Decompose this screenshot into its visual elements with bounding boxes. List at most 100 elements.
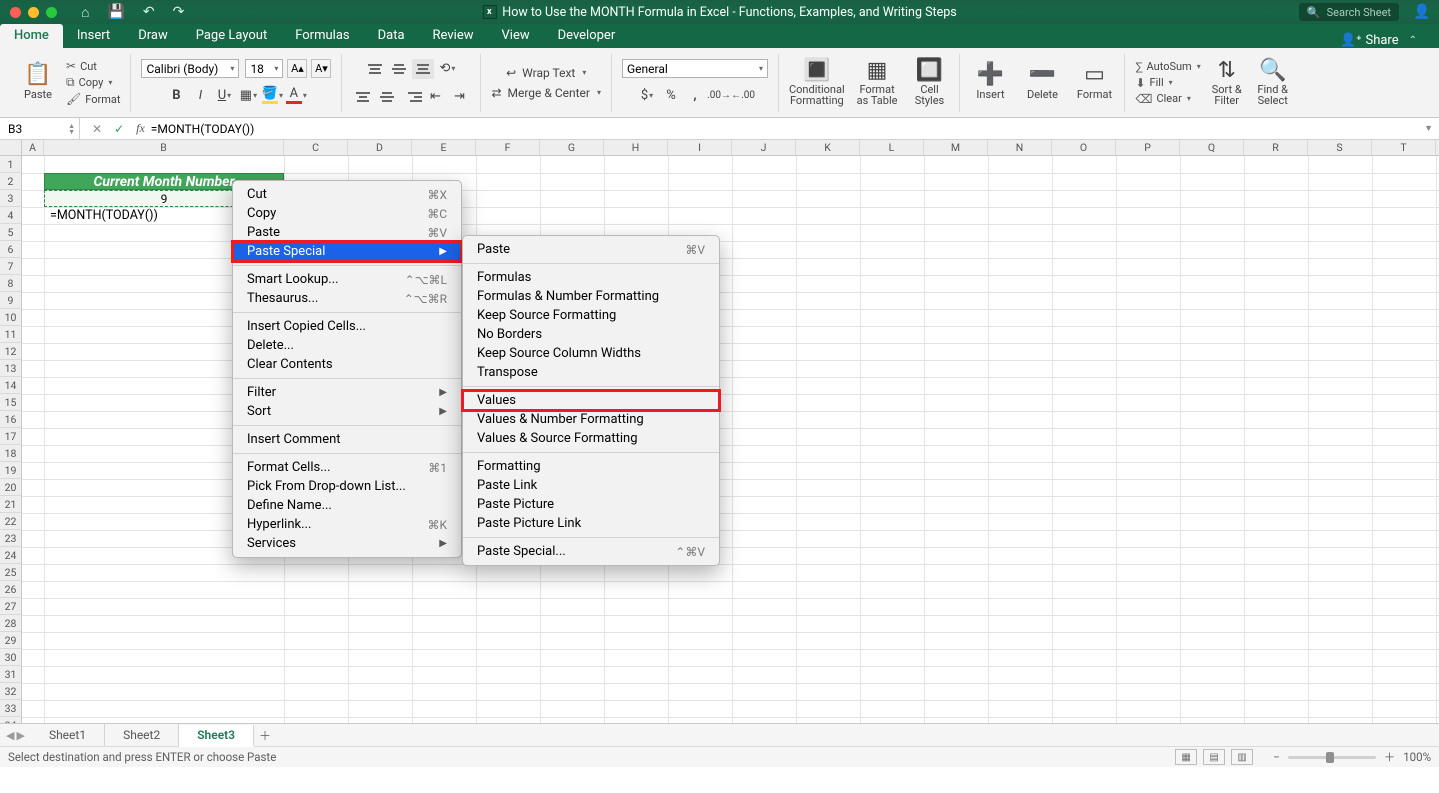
merge-center-button[interactable]: ⇄Merge & Center▾ [491, 86, 601, 100]
row-12[interactable]: 12 [0, 343, 22, 360]
number-format-dropdown[interactable]: General▾ [622, 59, 768, 78]
tab-insert[interactable]: Insert [63, 24, 124, 48]
row-15[interactable]: 15 [0, 394, 22, 411]
close-window-button[interactable] [10, 7, 21, 18]
increase-indent-button[interactable]: ⇥ [448, 86, 470, 108]
ctx-delete[interactable]: Delete... [233, 336, 461, 355]
sheet-nav-next-icon[interactable]: ▶ [16, 729, 24, 742]
conditional-formatting-button[interactable]: 🔳Conditional Formatting [789, 60, 845, 106]
row-34[interactable]: 34 [0, 717, 22, 723]
clear-button[interactable]: ⌫Clear▾ [1135, 92, 1200, 106]
row-25[interactable]: 25 [0, 564, 22, 581]
row-3[interactable]: 3 [0, 190, 22, 207]
col-J[interactable]: J [732, 140, 796, 155]
ctx-insert-comment[interactable]: Insert Comment [233, 430, 461, 449]
name-box[interactable]: B3 ▲▼ [0, 118, 80, 139]
row-14[interactable]: 14 [0, 377, 22, 394]
align-left-button[interactable] [352, 87, 374, 107]
paste-button[interactable]: 📋 Paste [18, 64, 58, 101]
row-6[interactable]: 6 [0, 241, 22, 258]
sort-filter-button[interactable]: ⇅Sort & Filter [1207, 60, 1247, 106]
copy-button[interactable]: ⧉Copy▾ [66, 75, 120, 90]
row-24[interactable]: 24 [0, 547, 22, 564]
ctx-paste-special[interactable]: Paste Special▶ [233, 242, 461, 261]
fill-button[interactable]: ⬇Fill▾ [1135, 76, 1200, 90]
col-Q[interactable]: Q [1180, 140, 1244, 155]
percent-format-button[interactable]: % [660, 84, 682, 106]
view-page-break-button[interactable]: ▥ [1231, 749, 1253, 765]
row-2[interactable]: 2 [0, 173, 22, 190]
comma-format-button[interactable]: , [684, 84, 706, 106]
sub-formulas-number-formatting[interactable]: Formulas & Number Formatting [463, 287, 719, 306]
col-D[interactable]: D [348, 140, 412, 155]
sheet-nav-prev-icon[interactable]: ◀ [6, 729, 14, 742]
view-normal-button[interactable]: ▦ [1175, 749, 1197, 765]
tab-home[interactable]: Home [0, 24, 63, 48]
insert-cells-button[interactable]: ➕Insert [970, 64, 1010, 101]
sub-values-source-formatting[interactable]: Values & Source Formatting [463, 429, 719, 448]
row-21[interactable]: 21 [0, 496, 22, 513]
ctx-sort[interactable]: Sort▶ [233, 402, 461, 421]
col-L[interactable]: L [860, 140, 924, 155]
row-17[interactable]: 17 [0, 428, 22, 445]
tab-review[interactable]: Review [419, 24, 488, 48]
increase-font-button[interactable]: A▴ [287, 59, 307, 78]
row-5[interactable]: 5 [0, 224, 22, 241]
col-G[interactable]: G [540, 140, 604, 155]
row-1[interactable]: 1 [0, 156, 22, 173]
ctx-paste[interactable]: Paste⌘V [233, 223, 461, 242]
sub-paste-picture[interactable]: Paste Picture [463, 495, 719, 514]
home-icon[interactable]: ⌂ [81, 4, 89, 21]
col-P[interactable]: P [1116, 140, 1180, 155]
orientation-button[interactable]: ⟲▾ [436, 58, 458, 80]
ctx-filter[interactable]: Filter▶ [233, 383, 461, 402]
row-32[interactable]: 32 [0, 683, 22, 700]
decrease-font-button[interactable]: A▾ [311, 59, 331, 78]
col-R[interactable]: R [1244, 140, 1308, 155]
row-28[interactable]: 28 [0, 615, 22, 632]
decrease-indent-button[interactable]: ⇤ [424, 86, 446, 108]
sub-keep-source-column-widths[interactable]: Keep Source Column Widths [463, 344, 719, 363]
ctx-insert-copied-cells[interactable]: Insert Copied Cells... [233, 317, 461, 336]
ctx-services[interactable]: Services▶ [233, 534, 461, 553]
row-13[interactable]: 13 [0, 360, 22, 377]
align-top-button[interactable] [364, 59, 386, 79]
ctx-pick-dropdown[interactable]: Pick From Drop-down List... [233, 477, 461, 496]
row-10[interactable]: 10 [0, 309, 22, 326]
ctx-clear-contents[interactable]: Clear Contents [233, 355, 461, 374]
ctx-define-name[interactable]: Define Name... [233, 496, 461, 515]
share-button[interactable]: 👤⁺ Share ⌃ [1340, 33, 1417, 48]
tab-developer[interactable]: Developer [544, 24, 630, 48]
zoom-window-button[interactable] [46, 7, 57, 18]
sub-formatting[interactable]: Formatting [463, 457, 719, 476]
select-all-corner[interactable] [0, 140, 22, 155]
row-22[interactable]: 22 [0, 513, 22, 530]
sub-formulas[interactable]: Formulas [463, 268, 719, 287]
row-20[interactable]: 20 [0, 479, 22, 496]
italic-button[interactable]: I [189, 84, 211, 106]
sheet-tab-3[interactable]: Sheet3 [179, 725, 254, 747]
formula-input[interactable] [151, 118, 1424, 139]
worksheet-grid[interactable]: A B C D E F G H I J K L M N O P Q R S T … [0, 140, 1439, 723]
font-name-dropdown[interactable]: Calibri (Body)▾ [141, 59, 239, 78]
col-S[interactable]: S [1308, 140, 1372, 155]
row-11[interactable]: 11 [0, 326, 22, 343]
accounting-format-button[interactable]: $▾ [636, 84, 658, 106]
ctx-smart-lookup[interactable]: Smart Lookup...⌃⌥⌘L [233, 270, 461, 289]
row-26[interactable]: 26 [0, 581, 22, 598]
decrease-decimal-button[interactable]: ←.00 [732, 84, 754, 106]
ctx-thesaurus[interactable]: Thesaurus...⌃⌥⌘R [233, 289, 461, 308]
row-16[interactable]: 16 [0, 411, 22, 428]
col-N[interactable]: N [988, 140, 1052, 155]
font-color-button[interactable]: A▾ [285, 84, 307, 106]
col-T[interactable]: T [1372, 140, 1436, 155]
format-painter-button[interactable]: 🖌Format [66, 92, 120, 106]
enter-formula-icon[interactable]: ✓ [114, 122, 124, 136]
row-33[interactable]: 33 [0, 700, 22, 717]
sub-paste[interactable]: Paste⌘V [463, 240, 719, 259]
align-right-button[interactable] [400, 87, 422, 107]
format-as-table-button[interactable]: ▦Format as Table [857, 60, 898, 106]
delete-cells-button[interactable]: ➖Delete [1022, 64, 1062, 101]
tab-view[interactable]: View [488, 24, 544, 48]
col-I[interactable]: I [668, 140, 732, 155]
